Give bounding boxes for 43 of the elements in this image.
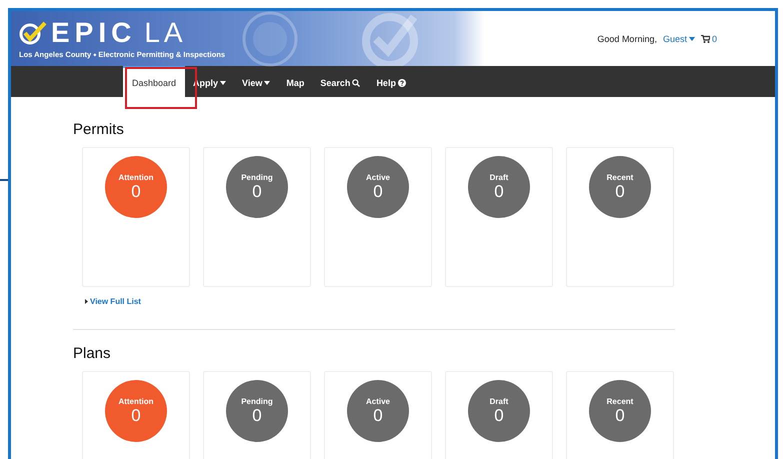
status-card[interactable]: Recent 0 [566,147,674,287]
section-title: Permits [73,121,125,138]
logo-text: EPIC [51,18,136,48]
status-count: 0 [373,182,383,202]
status-count: 0 [615,182,625,202]
status-count: 0 [615,406,625,426]
status-card[interactable]: Draft 0 [445,371,553,459]
status-card[interactable]: Attention 0 [82,147,190,287]
status-label: Draft [490,172,508,182]
status-label: Draft [490,396,508,406]
status-count: 0 [494,406,504,426]
status-card[interactable]: Recent 0 [566,371,674,459]
status-count: 0 [131,182,141,202]
status-card[interactable]: Draft 0 [445,147,553,287]
logo-text: LA [144,18,187,48]
status-card[interactable]: Attention 0 [82,371,190,459]
view-full-list-link[interactable]: View Full List [90,297,141,306]
status-label: Recent [606,172,634,182]
status-label: Pending [241,396,273,406]
nav-tab[interactable]: View [234,66,278,97]
status-label: Attention [118,172,154,182]
status-card[interactable]: Active 0 [324,147,432,287]
user-menu[interactable]: Guest [662,34,695,44]
status-count: 0 [373,406,383,426]
status-count: 0 [131,406,141,426]
status-label: Pending [241,172,273,182]
status-card[interactable]: Pending 0 [203,371,311,459]
greeting-text: Good Morning, [597,34,657,44]
status-card[interactable]: Active 0 [324,371,432,459]
status-label: Active [366,396,390,406]
nav-tab[interactable]: Search [312,66,368,97]
status-label: Active [366,172,390,182]
status-count: 0 [252,182,262,202]
status-count: 0 [494,182,504,202]
status-card[interactable]: Pending 0 [203,147,311,287]
status-count: 0 [252,406,262,426]
status-label: Recent [606,396,634,406]
cart-link[interactable]: 0 [700,34,717,44]
nav-tab[interactable]: Map [278,66,312,97]
section-title: Plans [73,345,112,362]
nav-tab[interactable]: Dashboard [123,66,186,97]
status-label: Attention [118,396,154,406]
nav-tab[interactable]: Help [368,66,414,97]
